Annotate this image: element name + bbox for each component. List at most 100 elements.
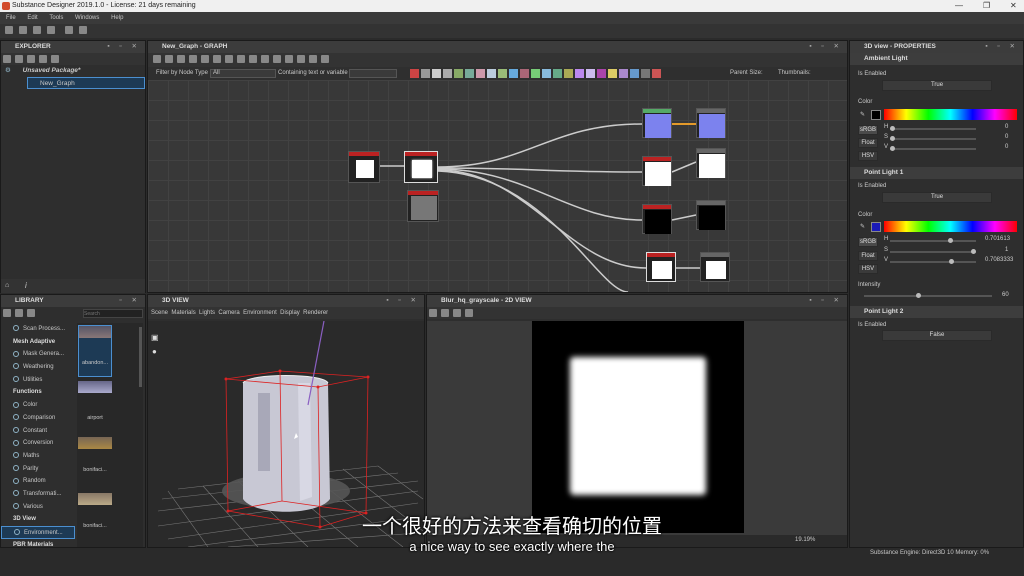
menu-windows[interactable]: Windows [75,15,99,21]
graph-item[interactable]: New_Graph [27,77,145,89]
palette-icon-18[interactable] [597,69,606,78]
palette-icon-1[interactable] [410,69,419,78]
point1-float-button[interactable]: Float [858,251,878,261]
node-normal-output[interactable] [696,108,726,138]
node-blur-hq[interactable] [404,151,438,183]
2d-viewport[interactable] [427,321,847,535]
panel-controls[interactable]: ▪ ▫ ✕ [386,295,420,307]
panel-controls[interactable]: ▪ ▫ ✕ [809,41,843,53]
ambient-float-button[interactable]: Float [858,138,878,148]
palette-icon-19[interactable] [608,69,617,78]
palette-icon-23[interactable] [652,69,661,78]
new-icon[interactable] [3,55,11,63]
node-black-output[interactable] [696,200,726,230]
panel-controls[interactable]: ▪ ▫ ✕ [985,41,1019,53]
containing-input[interactable] [349,69,397,78]
edit-icon[interactable] [27,309,35,317]
menu-display[interactable]: Display [280,310,300,316]
flip-icon[interactable] [261,55,269,63]
copy-icon[interactable] [441,309,449,317]
filter-icon[interactable] [3,309,11,317]
point1-s-knob[interactable] [971,249,976,254]
menu-environment[interactable]: Environment [243,310,277,316]
palette-icon-5[interactable] [454,69,463,78]
menu-camera[interactable]: Camera [218,310,239,316]
menu-lights[interactable]: Lights [199,310,215,316]
graph-icon[interactable] [249,55,257,63]
palette-icon-9[interactable] [498,69,507,78]
redo-icon[interactable] [78,26,87,34]
save-icon[interactable] [32,26,41,34]
menu-file[interactable]: File [6,15,16,21]
palette-icon-4[interactable] [443,69,452,78]
close-icon[interactable]: ✕ [1010,0,1017,12]
palette-icon-3[interactable] [432,69,441,78]
link-icon[interactable] [225,55,233,63]
library-item[interactable]: Maths [1,450,75,463]
ambient-v-slider[interactable] [890,146,976,151]
settings-icon[interactable] [51,55,59,63]
point1-h-slider[interactable] [890,238,976,243]
library-scrollbar[interactable] [139,327,142,387]
ambient-srgb-button[interactable]: sRGB [858,125,878,135]
library-item[interactable]: Utilities [1,374,75,387]
section-ambient-light[interactable]: Ambient Light [850,53,1023,65]
eyedropper-icon[interactable]: ✎ [860,223,865,230]
node-white-1[interactable] [642,156,672,186]
node-ambient[interactable] [646,252,676,282]
graph-canvas[interactable] [148,80,847,292]
palette-icon-16[interactable] [575,69,584,78]
share-icon[interactable] [273,55,281,63]
filter-select[interactable]: All [210,69,276,78]
ambient-enabled-toggle[interactable]: True [882,80,992,91]
align-icon[interactable] [213,55,221,63]
library-item[interactable]: Conversion [1,437,75,450]
section-point-light-2[interactable]: Point Light 2 [850,306,1023,318]
node-icon[interactable] [237,55,245,63]
palette-icon-6[interactable] [465,69,474,78]
point1-intensity-knob[interactable] [916,293,921,298]
palette-icon-7[interactable] [476,69,485,78]
library-category[interactable]: Functions [1,386,75,399]
tool-icon[interactable] [201,55,209,63]
library-item[interactable]: Random [1,475,75,488]
palette-icon-15[interactable] [564,69,573,78]
point1-v-knob[interactable] [949,259,954,264]
nav-icon[interactable] [165,55,173,63]
library-item[interactable]: Constant [1,425,75,438]
point1-srgb-button[interactable]: sRGB [858,237,878,247]
menu-materials[interactable]: Materials [171,310,195,316]
node-white-output[interactable] [696,148,726,178]
point1-v-slider[interactable] [890,259,976,264]
wrench-icon[interactable] [309,55,317,63]
menu-renderer[interactable]: Renderer [303,310,328,316]
section-point-light-1[interactable]: Point Light 1 [850,167,1023,179]
panel-controls[interactable]: ▪ ▫ ✕ [809,295,843,307]
frame2-icon[interactable] [321,55,329,63]
maximize-icon[interactable]: ❐ [983,0,990,12]
menu-tools[interactable]: Tools [49,15,63,21]
palette-icon-2[interactable] [421,69,430,78]
panel-controls[interactable]: ▫ ✕ [119,295,141,307]
node-black-1[interactable] [642,204,672,234]
list-icon[interactable] [15,309,23,317]
library-item[interactable]: Transformati... [1,488,75,501]
palette-icon-14[interactable] [553,69,562,78]
palette-icon-8[interactable] [487,69,496,78]
snap-icon[interactable] [297,55,305,63]
library-item[interactable]: Weathering [1,361,75,374]
lock-icon[interactable] [465,309,473,317]
palette-icon-12[interactable] [531,69,540,78]
palette-icon-17[interactable] [586,69,595,78]
point1-h-knob[interactable] [948,238,953,243]
palette-icon-11[interactable] [520,69,529,78]
menu-edit[interactable]: Edit [27,15,37,21]
library-item[interactable]: Scan Process... [1,323,75,336]
palette-icon-20[interactable] [619,69,628,78]
minimize-icon[interactable]: — [955,0,963,12]
save-icon[interactable] [27,55,35,63]
ambient-s-slider[interactable] [890,136,976,141]
env-thumb-3[interactable]: bonifaci... [78,437,112,487]
save-image-icon[interactable] [429,309,437,317]
point2-enabled-toggle[interactable]: False [882,330,992,341]
